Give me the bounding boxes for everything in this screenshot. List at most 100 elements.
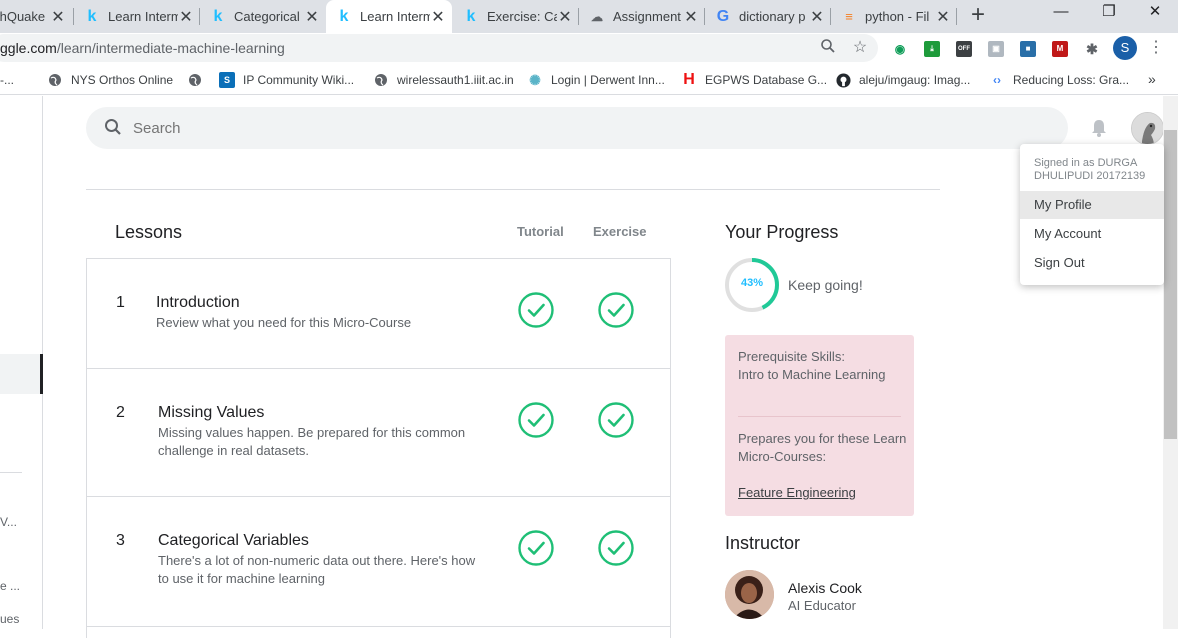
lesson-description: Missing values happen. Be prepared for t… [158, 425, 466, 458]
lesson-row[interactable]: 3 Categorical Variables There's a lot of… [87, 497, 670, 627]
bookmark-item[interactable]: S IP Community Wiki... [219, 71, 354, 89]
tutorial-complete-check-icon[interactable] [518, 530, 554, 566]
user-avatar-button[interactable] [1131, 112, 1164, 145]
extension-sound-icon[interactable]: ◉ [892, 41, 908, 57]
extension-download-icon[interactable]: ⤓ [924, 41, 940, 57]
tab-separator [704, 8, 705, 25]
instructor-role: AI Educator [788, 598, 856, 613]
kaggle-icon: k [87, 7, 97, 25]
tab-7[interactable]: ≡ python - Fil ✕ [841, 0, 957, 33]
tutorial-complete-check-icon[interactable] [518, 402, 554, 438]
menu-item-my-account[interactable]: My Account [1020, 220, 1164, 248]
extension-mcafee-icon[interactable]: M [1052, 41, 1068, 57]
google-icon: G [716, 7, 730, 25]
progress-message: Keep going! [788, 277, 863, 293]
lesson-title[interactable]: Categorical Variables [158, 532, 309, 550]
progress-percent: 43% [740, 277, 764, 289]
extension-image-icon[interactable]: ▣ [988, 41, 1004, 57]
extensions-puzzle-icon[interactable]: ✱ [1084, 41, 1100, 57]
globe-icon [373, 72, 389, 88]
instructor-name[interactable]: Alexis Cook [788, 580, 862, 596]
sharepoint-icon: S [219, 72, 235, 88]
tab-6[interactable]: G dictionary p ✕ [715, 0, 831, 33]
exercise-complete-check-icon[interactable] [598, 292, 634, 328]
search-input[interactable] [133, 118, 633, 138]
tutorial-complete-check-icon[interactable] [518, 292, 554, 328]
tab-3-active[interactable]: k Learn Interm ✕ [326, 0, 452, 33]
lessons-table: 1 Introduction Review what you need for … [86, 258, 671, 638]
left-nav-active-item[interactable] [0, 354, 40, 394]
progress-heading: Your Progress [725, 222, 839, 242]
left-nav-item[interactable]: ues [0, 612, 19, 626]
user-menu: Signed in as DURGA DHULIPUDI 20172139 My… [1020, 144, 1164, 285]
bookmark-item[interactable]: H EGPWS Database G... [681, 71, 827, 89]
tab-title: python - Fil [865, 9, 930, 24]
left-nav-item[interactable]: e ... [0, 579, 20, 593]
close-icon[interactable]: ✕ [557, 7, 573, 27]
tab-5[interactable]: ☁ Assignment ✕ [589, 0, 705, 33]
tab-separator [199, 8, 200, 25]
prereq-divider [738, 416, 901, 417]
bookmark-item[interactable]: aleju/imgaug: Imag... [835, 71, 970, 89]
window-close-icon[interactable]: ✕ [1132, 0, 1178, 28]
close-icon[interactable]: ✕ [178, 7, 194, 27]
tab-title: Learn Interm [108, 9, 178, 24]
bookmark-star-icon[interactable]: ☆ [850, 38, 870, 58]
signed-in-as: Signed in as DURGA DHULIPUDI 20172139 [1034, 157, 1146, 182]
tutorial-column-header: Tutorial [517, 224, 564, 239]
tab-title: Assignment [613, 9, 681, 24]
more-vert-icon[interactable]: ⋮ [1148, 38, 1164, 60]
stackoverflow-icon: ≡ [845, 9, 853, 24]
tab-1[interactable]: k Learn Interm ✕ [84, 0, 200, 33]
bookmark-item[interactable]: ‹› Reducing Loss: Gra... [989, 71, 1129, 89]
lessons-heading: Lessons [115, 222, 183, 242]
bookmarks-bar: -... NYS Orthos Online S IP Community Wi… [0, 65, 1178, 95]
next-course-link[interactable]: Feature Engineering [738, 485, 856, 500]
exercise-complete-check-icon[interactable] [598, 530, 634, 566]
lesson-row[interactable]: 2 Missing Values Missing values happen. … [87, 369, 670, 497]
new-tab-button[interactable]: + [966, 3, 990, 28]
extension-cube-icon[interactable]: ■ [1020, 41, 1036, 57]
menu-item-my-profile[interactable]: My Profile [1020, 191, 1164, 219]
left-nav-item[interactable]: V... [0, 515, 17, 529]
lesson-title[interactable]: Missing Values [158, 404, 264, 422]
close-icon[interactable]: ✕ [683, 7, 699, 27]
prerequisites-card: Prerequisite Skills: Intro to Machine Le… [725, 335, 914, 516]
restore-icon[interactable]: ❐ [1086, 0, 1132, 28]
close-icon[interactable]: ✕ [304, 7, 320, 27]
notifications-bell-icon[interactable] [1088, 117, 1110, 139]
google-dev-icon: ‹› [993, 73, 1001, 87]
lesson-number: 1 [116, 294, 125, 311]
tab-title: thQuake [0, 9, 46, 24]
github-icon [835, 72, 851, 88]
bookmarks-overflow-button[interactable]: » [1148, 71, 1156, 87]
bookmark-item[interactable] [187, 71, 211, 89]
scrollbar-thumb[interactable] [1164, 130, 1177, 439]
site-search[interactable] [86, 107, 1068, 149]
zoom-icon[interactable] [818, 38, 838, 58]
tab-0[interactable]: thQuake ✕ [0, 0, 72, 33]
bookmark-item[interactable]: ✺ Login | Derwent Inn... [527, 71, 665, 89]
lesson-title[interactable]: Introduction [156, 294, 240, 312]
close-icon[interactable]: ✕ [809, 7, 825, 27]
search-icon [105, 119, 121, 135]
profile-avatar[interactable]: S [1113, 36, 1137, 60]
address-bar[interactable]: ggle.com/learn/intermediate-machine-lear… [0, 34, 878, 62]
prepares-label: Prepares you for these Learn Micro-Cours… [738, 431, 907, 464]
lesson-description: There's a lot of non-numeric data out th… [158, 553, 476, 586]
minimize-icon[interactable]: — [1038, 0, 1084, 28]
close-icon[interactable]: ✕ [50, 7, 66, 27]
derwent-icon: ✺ [529, 71, 541, 88]
bookmark-item[interactable]: NYS Orthos Online [47, 71, 173, 89]
tab-4[interactable]: k Exercise: Ca ✕ [463, 0, 579, 33]
bookmark-item[interactable]: -... [0, 71, 14, 89]
exercise-complete-check-icon[interactable] [598, 402, 634, 438]
close-icon[interactable]: ✕ [430, 7, 446, 27]
instructor-avatar[interactable] [725, 570, 774, 619]
bookmark-item[interactable]: wirelessauth1.iiit.ac.in [373, 71, 514, 89]
lesson-row[interactable]: 1 Introduction Review what you need for … [87, 259, 670, 369]
tab-2[interactable]: k Categorical ✕ [210, 0, 326, 33]
menu-item-sign-out[interactable]: Sign Out [1020, 249, 1164, 277]
close-icon[interactable]: ✕ [935, 7, 951, 27]
extension-off-icon[interactable]: OFF [956, 41, 972, 57]
